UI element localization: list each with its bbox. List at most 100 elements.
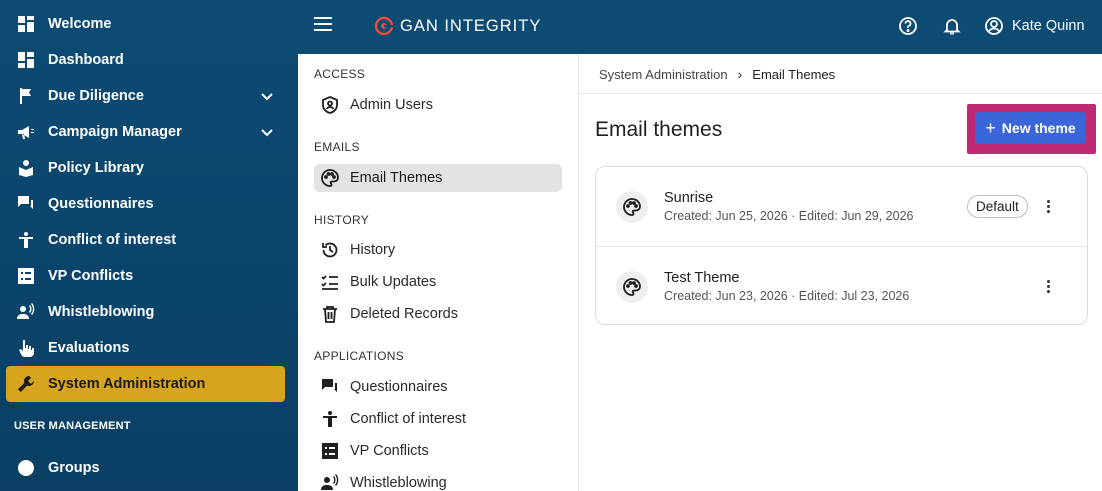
touch-icon xyxy=(16,338,36,358)
library-icon xyxy=(16,158,36,178)
sidebar-item-label: Evaluations xyxy=(48,340,130,356)
account-icon[interactable] xyxy=(984,16,1006,38)
subnav-item-email-themes[interactable]: Email Themes xyxy=(314,164,562,192)
subnav-item-label: Email Themes xyxy=(350,170,443,186)
main-sidebar: Welcome Dashboard Due Diligence Campaign… xyxy=(0,0,298,491)
user-management-heading: USER MANAGEMENT xyxy=(14,420,131,432)
checklist-icon xyxy=(320,272,340,292)
sidebar-item-label: VP Conflicts xyxy=(48,268,134,284)
sidebar-item-vp-conflicts[interactable]: VP Conflicts xyxy=(6,258,285,294)
palette-icon xyxy=(616,271,648,303)
sidebar-item-welcome[interactable]: Welcome xyxy=(6,6,285,42)
new-theme-highlight: + New theme xyxy=(967,104,1096,154)
brand-logo[interactable]: GAN INTEGRITY xyxy=(374,16,541,36)
subnav-heading-history: HISTORY xyxy=(314,213,370,227)
sidebar-item-label: Questionnaires xyxy=(48,196,154,212)
sidebar-item-due-diligence[interactable]: Due Diligence xyxy=(6,78,285,114)
sidebar-item-evaluations[interactable]: Evaluations xyxy=(6,330,285,366)
palette-icon xyxy=(320,168,340,188)
groups-icon xyxy=(16,458,36,478)
more-options-icon[interactable] xyxy=(1040,277,1056,295)
menu-icon[interactable] xyxy=(314,17,332,35)
history-icon xyxy=(320,240,340,260)
megaphone-icon xyxy=(16,122,36,142)
sidebar-item-label: Dashboard xyxy=(48,52,124,68)
sidebar-item-label: Conflict of interest xyxy=(48,232,177,248)
trash-icon xyxy=(320,304,340,324)
breadcrumb-email-themes: Email Themes xyxy=(752,66,836,82)
breadcrumb-system-administration[interactable]: System Administration xyxy=(599,67,728,82)
subnav-item-admin-users[interactable]: Admin Users xyxy=(314,91,562,119)
page-title: Email themes xyxy=(595,118,723,141)
list-icon xyxy=(320,441,340,461)
chevron-down-icon[interactable] xyxy=(259,124,275,140)
subnav-item-label: Whistleblowing xyxy=(350,475,447,491)
sidebar-item-groups[interactable]: Groups xyxy=(6,450,285,486)
person-icon xyxy=(16,230,36,250)
new-theme-button[interactable]: + New theme xyxy=(975,112,1086,144)
themes-list: Sunrise Created: Jun 25, 2026 · Edited: … xyxy=(595,166,1088,325)
main-content: System Administration › Email Themes Ema… xyxy=(579,54,1102,491)
subnav-item-label: Conflict of interest xyxy=(350,411,467,427)
sidebar-item-label: Welcome xyxy=(48,16,112,32)
theme-dates: Created: Jun 25, 2026 · Edited: Jun 29, … xyxy=(664,209,914,223)
subnav-heading-emails: EMAILS xyxy=(314,140,360,154)
breadcrumb-separator: › xyxy=(737,66,743,82)
theme-dates: Created: Jun 23, 2026 · Edited: Jul 23, … xyxy=(664,289,910,303)
sidebar-item-label: Campaign Manager xyxy=(48,124,182,140)
subnav-item-label: VP Conflicts xyxy=(350,443,429,459)
breadcrumb-divider xyxy=(579,93,1102,94)
default-badge: Default xyxy=(967,195,1028,218)
shield-user-icon xyxy=(320,95,340,115)
chevron-down-icon[interactable] xyxy=(259,88,275,104)
sidebar-item-system-administration[interactable]: System Administration xyxy=(6,366,285,402)
theme-row[interactable]: Test Theme Created: Jun 23, 2026 · Edite… xyxy=(596,246,1087,325)
sidebar-item-label: Whistleblowing xyxy=(48,304,155,320)
list-icon xyxy=(16,266,36,286)
subnav-item-label: Questionnaires xyxy=(350,379,448,395)
person-icon xyxy=(320,409,340,429)
sidebar-item-campaign-manager[interactable]: Campaign Manager xyxy=(6,114,285,150)
subnav-heading-access: ACCESS xyxy=(314,67,366,81)
admin-subnav: ACCESS Admin Users EMAILS Email Themes H… xyxy=(298,54,579,491)
subnav-item-label: Deleted Records xyxy=(350,306,458,322)
grid-icon xyxy=(16,14,36,34)
subnav-item-vp-conflicts[interactable]: VP Conflicts xyxy=(314,437,562,465)
sidebar-item-conflict-of-interest[interactable]: Conflict of interest xyxy=(6,222,285,258)
sidebar-item-label: Policy Library xyxy=(48,160,144,176)
subnav-item-history[interactable]: History xyxy=(314,236,562,264)
theme-name: Test Theme xyxy=(664,270,740,286)
bell-icon[interactable] xyxy=(942,16,964,38)
subnav-item-whistleblowing[interactable]: Whistleblowing xyxy=(314,469,562,491)
subnav-item-label: Bulk Updates xyxy=(350,274,437,290)
sidebar-item-label: System Administration xyxy=(48,376,206,392)
sidebar-item-policy-library[interactable]: Policy Library xyxy=(6,150,285,186)
more-options-icon[interactable] xyxy=(1040,197,1056,215)
subnav-item-deleted-records[interactable]: Deleted Records xyxy=(314,300,562,328)
voice-icon xyxy=(320,473,340,491)
subnav-item-questionnaires[interactable]: Questionnaires xyxy=(314,373,562,401)
theme-name: Sunrise xyxy=(664,190,714,206)
dashboard-icon xyxy=(16,50,36,70)
palette-icon xyxy=(616,191,648,223)
sidebar-item-label: Groups xyxy=(48,460,100,476)
theme-row[interactable]: Sunrise Created: Jun 25, 2026 · Edited: … xyxy=(596,167,1087,246)
user-name[interactable]: Kate Quinn xyxy=(1012,18,1085,34)
brand-logo-mark xyxy=(374,16,394,36)
breadcrumb: System Administration › Email Themes xyxy=(599,66,835,82)
top-bar: GAN INTEGRITY Kate Quinn xyxy=(298,0,1102,54)
sidebar-item-dashboard[interactable]: Dashboard xyxy=(6,42,285,78)
chat-icon xyxy=(320,377,340,397)
sidebar-item-whistleblowing[interactable]: Whistleblowing xyxy=(6,294,285,330)
flag-icon xyxy=(16,86,36,106)
help-icon[interactable] xyxy=(898,16,920,38)
subnav-heading-applications: APPLICATIONS xyxy=(314,349,405,363)
wrench-icon xyxy=(16,374,36,394)
voice-icon xyxy=(16,302,36,322)
subnav-item-label: Admin Users xyxy=(350,97,433,113)
brand-name: GAN INTEGRITY xyxy=(400,16,542,35)
subnav-item-bulk-updates[interactable]: Bulk Updates xyxy=(314,268,562,296)
subnav-item-label: History xyxy=(350,242,396,258)
sidebar-item-questionnaires[interactable]: Questionnaires xyxy=(6,186,285,222)
subnav-item-conflict-of-interest[interactable]: Conflict of interest xyxy=(314,405,562,433)
